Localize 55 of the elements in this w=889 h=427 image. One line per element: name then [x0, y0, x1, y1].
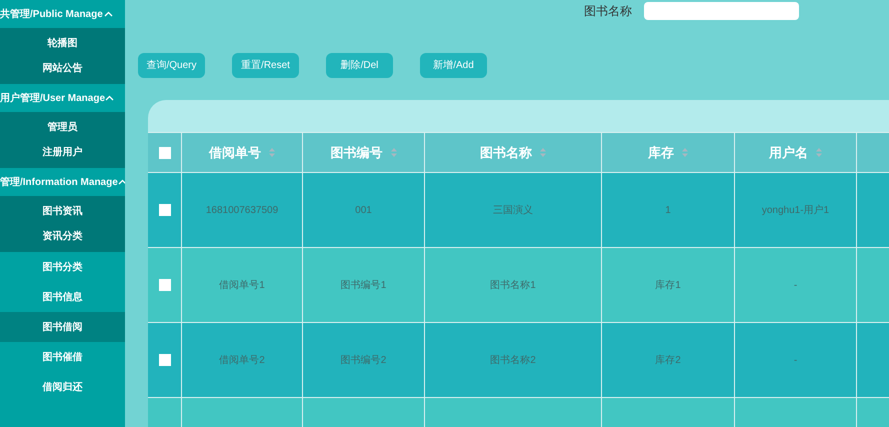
- checkbox[interactable]: [158, 354, 170, 366]
- menu-item[interactable]: 管理员: [0, 115, 125, 140]
- menu-group-label: 用户管理/User Manage: [0, 91, 106, 106]
- search-label: 图书名称: [584, 3, 632, 20]
- table-cell-text: 三国演义: [493, 204, 533, 218]
- sort-icon[interactable]: [390, 148, 396, 157]
- menu-item[interactable]: 图书借阅: [0, 312, 125, 342]
- table-cell-text: 1: [665, 204, 671, 218]
- menu-item[interactable]: 注册用户: [0, 140, 125, 165]
- sort-icon[interactable]: [540, 148, 546, 157]
- menu-item[interactable]: 轮播图: [0, 31, 125, 56]
- table-cell-text: -: [794, 278, 798, 292]
- chevron-up-icon: [105, 95, 114, 101]
- table-cell-text: -: [794, 354, 798, 368]
- search-field[interactable]: [644, 2, 799, 20]
- menu-group-header[interactable]: 共管理/Public Manage: [0, 0, 125, 28]
- menu-item[interactable]: 借阅归还: [0, 372, 125, 402]
- table-cell-text: 1681007637509: [206, 204, 278, 218]
- action-button[interactable]: 查询/Query: [138, 53, 205, 78]
- table-cell-text: 借阅单号1: [219, 278, 265, 292]
- column-header[interactable]: 图书名称: [480, 142, 532, 162]
- table-cell-text: 图书编号2: [340, 354, 386, 368]
- column-header[interactable]: 借阅单号: [209, 142, 261, 162]
- menu-group-label: 管理/Information Manage: [0, 176, 118, 190]
- table-cell-text: 001: [355, 204, 372, 218]
- table-cell-text: 库存1: [655, 278, 681, 292]
- table-cell-text: 借阅单号2: [219, 354, 265, 368]
- checkbox[interactable]: [158, 204, 170, 216]
- column-header[interactable]: 图书编号: [330, 142, 382, 162]
- sort-icon[interactable]: [816, 148, 822, 157]
- table-cell-text: 库存2: [655, 354, 681, 368]
- chevron-up-icon: [104, 11, 113, 17]
- menu-group-header[interactable]: 用户管理/User Manage: [0, 84, 125, 112]
- menu-group-label: 共管理/Public Manage: [0, 8, 103, 22]
- menu-item[interactable]: 图书催借: [0, 342, 125, 372]
- menu-item[interactable]: 图书资讯: [0, 199, 125, 224]
- menu-group-header[interactable]: 管理/Information Manage: [0, 168, 125, 196]
- sort-icon[interactable]: [269, 148, 275, 157]
- table-cell-text: 图书编号1: [340, 278, 386, 292]
- action-button[interactable]: 重置/Reset: [232, 53, 299, 78]
- column-header[interactable]: 用户名: [769, 142, 808, 162]
- menu-item[interactable]: 网站公告: [0, 56, 125, 81]
- table-cell-text: 图书名称1: [490, 278, 536, 292]
- menu-item[interactable]: 图书分类: [0, 252, 125, 282]
- table-cell-text: 图书名称2: [490, 354, 536, 368]
- checkbox[interactable]: [158, 146, 170, 158]
- menu-item[interactable]: 资讯分类: [0, 224, 125, 249]
- action-button[interactable]: 新增/Add: [420, 53, 487, 78]
- chevron-up-icon: [118, 179, 125, 185]
- checkbox[interactable]: [158, 279, 170, 291]
- menu-item[interactable]: 图书信息: [0, 282, 125, 312]
- sort-icon[interactable]: [682, 148, 688, 157]
- action-button[interactable]: 删除/Del: [326, 53, 393, 78]
- column-header[interactable]: 库存: [648, 142, 674, 162]
- table-cell-text: yonghu1-用户1: [762, 204, 830, 218]
